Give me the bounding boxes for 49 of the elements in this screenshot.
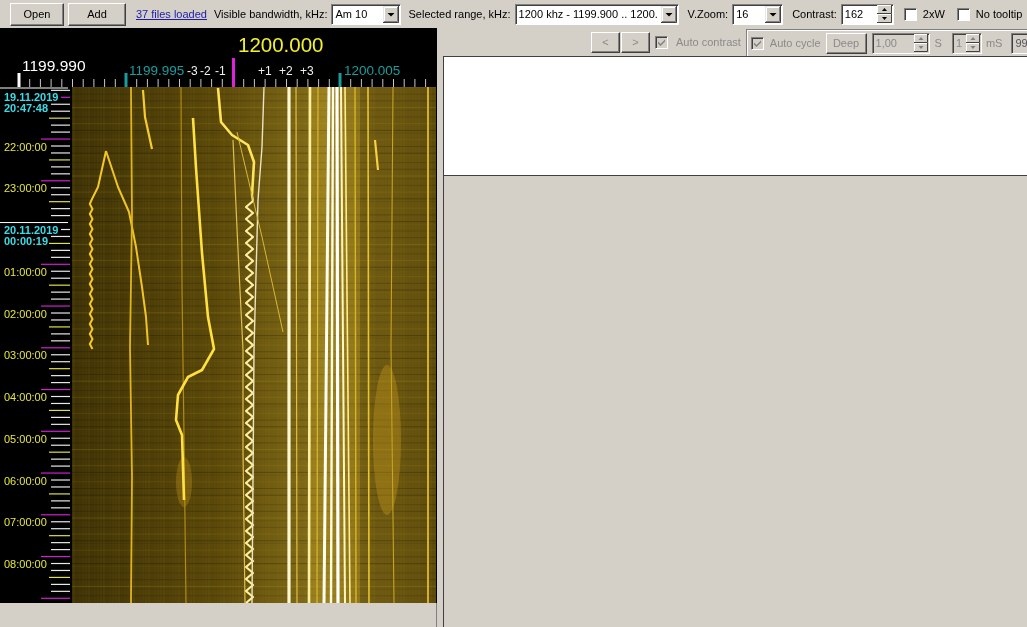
checkbox-label[interactable]: 2xW [922, 8, 945, 20]
files-loaded-link[interactable]: 37 files loaded [136, 8, 207, 20]
offset-label: +3 [300, 64, 314, 78]
time-label: 00:00:19 [4, 234, 49, 247]
time-label: 01:00:00 [4, 265, 47, 278]
caret-up-icon[interactable] [876, 5, 892, 14]
offset-label: -1 [215, 64, 226, 78]
unit-label: mS [985, 37, 1003, 49]
field-label: Selected range, kHz: [408, 8, 511, 20]
dropdown[interactable]: 1200 khz - 1199.900 .. 1200. [514, 3, 679, 25]
time-label: 05:00:00 [4, 432, 47, 445]
field-label: Visible bandwidth, kHz: [213, 8, 328, 20]
time-label: 08:00:00 [4, 558, 47, 571]
unit-label: S [934, 37, 942, 49]
time-label: 03:00:00 [4, 349, 47, 362]
time-label: 02:00:00 [4, 307, 47, 320]
caret-down-icon[interactable] [660, 5, 677, 23]
caret-down-icon[interactable] [383, 5, 400, 23]
checkbox-label[interactable]: No tooltip [975, 8, 1023, 20]
offset-label: -3 [187, 64, 198, 78]
caret-down-icon[interactable] [765, 5, 782, 23]
checkbox[interactable] [956, 7, 970, 21]
checkmark-icon [657, 37, 666, 47]
spin-box[interactable]: 162 [840, 3, 894, 25]
offset-label: -2 [200, 64, 211, 78]
checkmark-icon [752, 38, 762, 48]
frequency-label: 1200.005 [344, 63, 401, 78]
add-button[interactable]: Add [68, 2, 126, 26]
offset-label: +2 [279, 64, 293, 78]
dropdown[interactable]: 16 [732, 3, 784, 25]
date-label: 19.11.2019 [4, 91, 59, 103]
time-label: 04:00:00 [4, 391, 47, 404]
time-label: 22:00:00 [4, 140, 47, 153]
checkbox[interactable] [903, 7, 917, 21]
time-label: 07:00:00 [4, 516, 47, 529]
offset-label: +1 [258, 64, 272, 78]
dropdown[interactable]: Am 10 [331, 3, 402, 25]
field-label: V.Zoom: [687, 8, 729, 20]
caret-down-icon[interactable] [876, 14, 892, 23]
time-label: 06:00:00 [4, 474, 47, 487]
date-label: 20.11.2019 [4, 224, 59, 237]
frequency-label: 1199.995 [129, 63, 185, 78]
center-marker [232, 58, 235, 87]
time-label: 23:00:00 [4, 182, 47, 195]
frequency-label: 1199.990 [22, 57, 86, 74]
center-frequency-label: 1200.000 [238, 33, 324, 56]
field-label: Contrast: [792, 8, 837, 20]
open-button[interactable]: Open [10, 2, 64, 26]
time-label: 20:47:48 [4, 101, 49, 114]
